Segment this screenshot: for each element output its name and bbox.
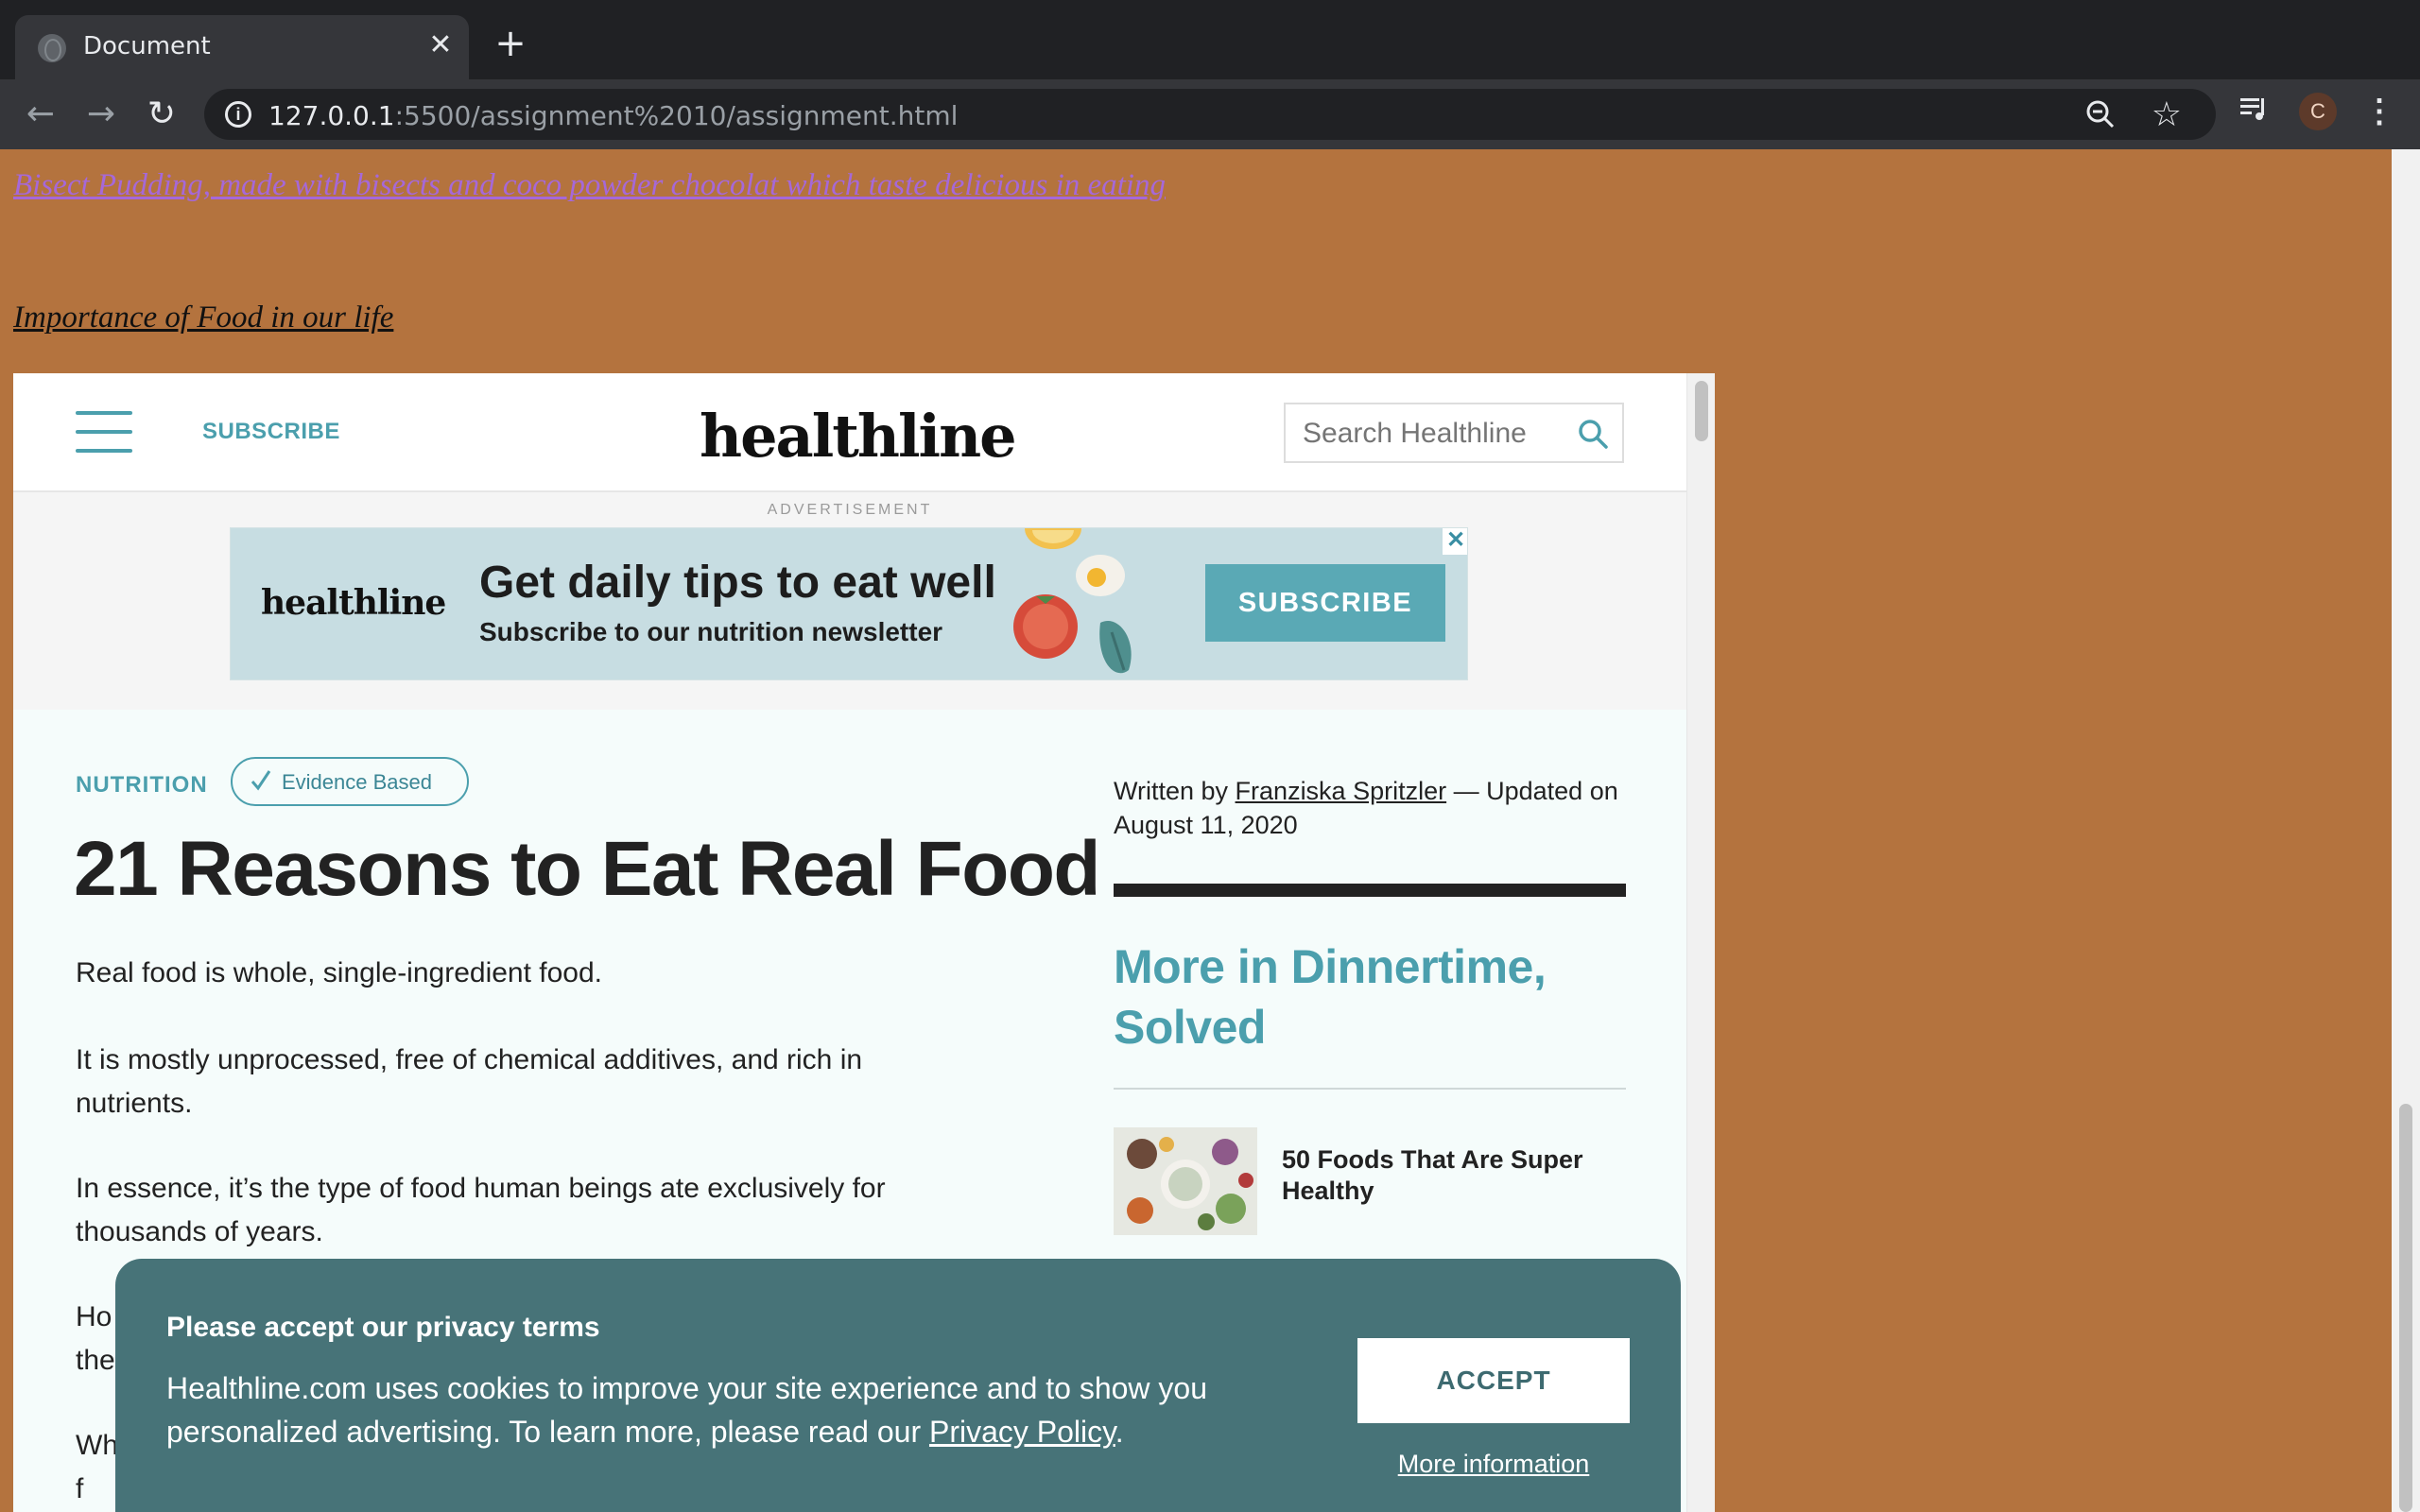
ad-subscribe-button[interactable]: SUBSCRIBE xyxy=(1205,564,1445,642)
article-paragraph: It is mostly unprocessed, free of chemic… xyxy=(76,1044,863,1119)
more-information-link[interactable]: More information xyxy=(1357,1450,1630,1479)
healthy-foods-thumbnail[interactable] xyxy=(1114,1127,1257,1235)
article-title: 21 Reasons to Eat Real Food xyxy=(74,826,1101,912)
cookie-title: Please accept our privacy terms xyxy=(166,1312,600,1343)
sidebar-divider xyxy=(1114,1088,1626,1090)
cookie-text-end: . xyxy=(1115,1415,1124,1449)
iframe-scrollbar-thumb[interactable] xyxy=(1695,381,1708,441)
url-host: 127.0.0.1 xyxy=(268,100,395,131)
page-scrollbar-thumb[interactable] xyxy=(2399,1104,2412,1512)
sidebar-divider-thick xyxy=(1114,884,1626,897)
healthline-logo[interactable]: healthline xyxy=(700,402,1017,471)
bookmark-star-icon[interactable]: ☆ xyxy=(2152,93,2182,136)
importance-of-food-link[interactable]: Importance of Food in our life xyxy=(13,301,393,335)
tab-document[interactable]: Document ✕ xyxy=(15,15,469,79)
media-control-icon[interactable] xyxy=(2238,93,2271,125)
browser-toolbar: ← → ↻ i 127.0.0.1:5500/assignment%2010/a… xyxy=(0,79,2420,149)
evidence-based-label: Evidence Based xyxy=(282,770,432,794)
article-paragraph: Real food is whole, single-ingredient fo… xyxy=(76,957,603,988)
url-text[interactable]: 127.0.0.1:5500/assignment%2010/assignmen… xyxy=(268,100,958,131)
ad-subtitle: Subscribe to our nutrition newsletter xyxy=(479,617,943,646)
food-illustration-icon xyxy=(1013,528,1132,674)
healthline-search-input[interactable] xyxy=(1303,418,1567,450)
iframe-scrollbar[interactable] xyxy=(1686,373,1715,1512)
zoom-out-icon[interactable] xyxy=(2083,97,2118,131)
checkmark-icon xyxy=(251,770,271,791)
cookie-consent-banner: Please accept our privacy terms Healthli… xyxy=(115,1259,1681,1512)
article-byline: Written by Franziska Spritzler — Updated… xyxy=(1114,774,1643,842)
reload-button[interactable]: ↻ xyxy=(140,93,183,136)
cookie-text: Healthline.com uses cookies to improve y… xyxy=(166,1366,1301,1453)
back-button[interactable]: ← xyxy=(19,93,62,136)
browser-menu-icon[interactable]: ⋮ xyxy=(2363,93,2395,130)
healthline-search-box[interactable] xyxy=(1284,403,1624,463)
advertisement-zone: ADVERTISEMENT healthline Get daily tips … xyxy=(13,492,1686,710)
forward-button[interactable]: → xyxy=(79,93,123,136)
healthline-header: SUBSCRIBE healthline xyxy=(13,373,1686,492)
author-link[interactable]: Franziska Spritzler xyxy=(1236,777,1447,805)
profile-avatar[interactable]: C xyxy=(2299,93,2337,130)
tab-strip: Document ✕ + xyxy=(0,0,2420,79)
accept-button[interactable]: ACCEPT xyxy=(1357,1338,1630,1423)
privacy-policy-link[interactable]: Privacy Policy xyxy=(929,1415,1115,1449)
ad-logo: healthline xyxy=(261,583,446,623)
category-nutrition-link[interactable]: NUTRITION xyxy=(76,772,208,799)
advertisement-label: ADVERTISEMENT xyxy=(767,502,933,518)
sidebar-article-link[interactable]: 50 Foods That Are Super Healthy xyxy=(1282,1144,1622,1207)
search-icon[interactable] xyxy=(1577,418,1609,450)
tab-title: Document xyxy=(83,32,211,60)
newsletter-ad-banner[interactable]: healthline Get daily tips to eat well Su… xyxy=(230,527,1468,680)
byline-prefix: Written by xyxy=(1114,777,1236,805)
address-bar[interactable]: i 127.0.0.1:5500/assignment%2010/assignm… xyxy=(204,89,2216,140)
globe-icon xyxy=(38,34,66,62)
article-paragraph: In essence, it’s the type of food human … xyxy=(76,1173,886,1247)
hamburger-menu-icon[interactable] xyxy=(76,411,132,453)
new-tab-button[interactable]: + xyxy=(492,25,529,62)
evidence-based-badge[interactable]: Evidence Based xyxy=(231,757,469,806)
ad-close-icon[interactable]: ✕ xyxy=(1443,528,1467,555)
close-tab-icon[interactable]: ✕ xyxy=(424,28,458,62)
url-path: :5500/assignment%2010/assignment.html xyxy=(394,100,959,131)
sidebar-heading: More in Dinnertime, Solved xyxy=(1114,940,1547,1054)
ad-title: Get daily tips to eat well xyxy=(479,558,996,608)
pudding-link[interactable]: Bisect Pudding, made with bisects and co… xyxy=(13,168,1166,203)
site-info-icon[interactable]: i xyxy=(225,101,251,128)
header-subscribe-link[interactable]: SUBSCRIBE xyxy=(202,419,340,445)
